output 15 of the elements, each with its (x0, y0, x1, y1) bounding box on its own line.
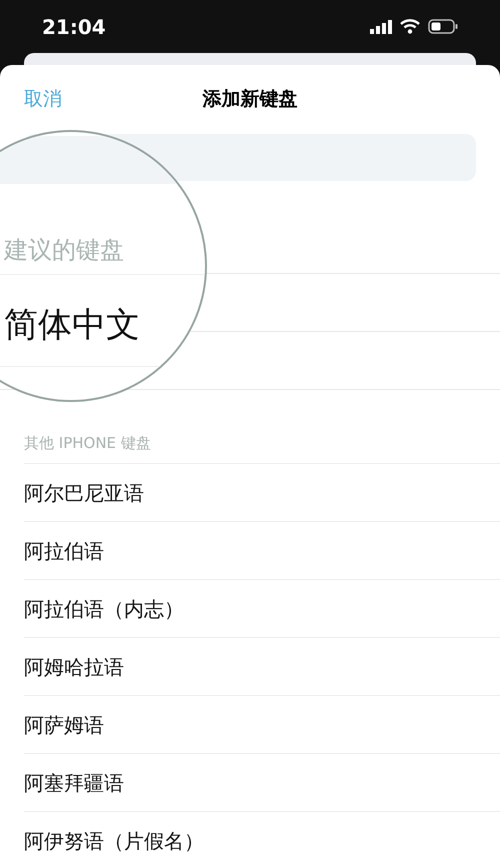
keyboard-language-item[interactable]: 阿伊努语（片假名） (24, 826, 204, 856)
section-header: 其他 IPHONE 键盘 (24, 432, 151, 454)
keyboard-language-item[interactable]: 阿尔巴尼亚语 (24, 478, 144, 508)
keyboard-language-item[interactable]: 阿塞拜疆语 (24, 768, 124, 798)
keyboard-language-item[interactable]: 阿萨姆语 (24, 710, 104, 740)
battery-icon (428, 19, 458, 34)
keyboard-language-item[interactable]: 阿拉伯语 (24, 536, 104, 566)
status-time: 21:04 (42, 14, 106, 40)
magnified-section-header: 建议的键盘 (4, 235, 124, 266)
keyboard-language-item[interactable]: 阿姆哈拉语 (24, 652, 124, 682)
magnified-item[interactable]: 简体中文 (4, 300, 140, 351)
keyboard-language-item[interactable]: 阿拉伯语（内志） (24, 594, 184, 624)
wifi-icon (400, 19, 420, 34)
signal-icon (370, 20, 392, 34)
sheet-title: 添加新键盘 (202, 87, 298, 112)
